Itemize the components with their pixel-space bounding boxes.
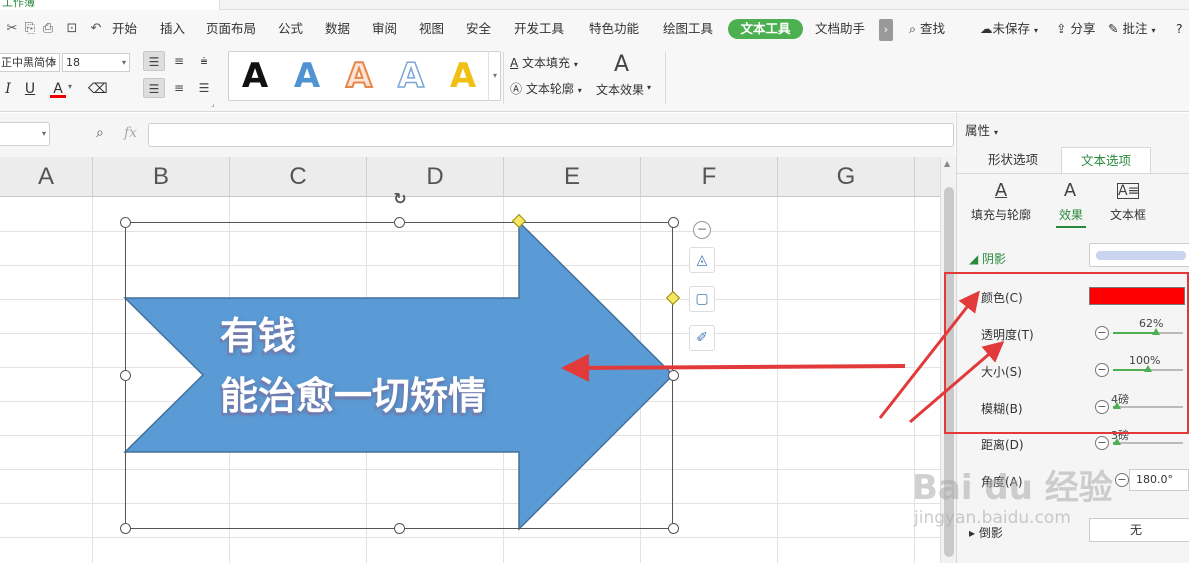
subtab-effect[interactable]: 效果 — [1059, 206, 1083, 223]
distance-label: 距离(D) — [981, 438, 1024, 452]
active-subtab-indicator — [1056, 226, 1086, 228]
resize-handle-right[interactable] — [668, 370, 679, 381]
textbox-icon[interactable]: A≡ — [1117, 183, 1139, 199]
resize-handle-left[interactable] — [120, 370, 131, 381]
shadow-preset-select[interactable] — [1089, 243, 1189, 267]
watermark-url: jingyan.baidu.com — [914, 508, 1071, 528]
fill-outline-icon[interactable]: A — [990, 181, 1012, 201]
effect-icon[interactable]: A — [1059, 181, 1081, 201]
watermark-logo: Bai du 经验 — [912, 468, 1113, 508]
angle-decrease-button[interactable]: − — [1115, 473, 1129, 487]
collapse-float-toolbar-button[interactable]: − — [693, 221, 711, 239]
resize-handle-top-left[interactable] — [120, 217, 131, 228]
resize-handle-bottom-right[interactable] — [668, 523, 679, 534]
shape-outline-icon: ▢ — [695, 291, 709, 307]
reflection-select[interactable]: 无 — [1089, 518, 1189, 542]
brush-icon: ✐ — [696, 330, 708, 346]
shadow-preset-preview — [1096, 251, 1186, 260]
shape-text[interactable]: 有钱 能治愈一切矫情 — [220, 306, 486, 426]
resize-handle-top-right[interactable] — [668, 217, 679, 228]
distance-decrease-button[interactable]: − — [1095, 436, 1109, 450]
subtab-textbox[interactable]: 文本框 — [1110, 206, 1146, 223]
resize-handle-top[interactable] — [394, 217, 405, 228]
subtab-fill-outline[interactable]: 填充与轮廓 — [971, 206, 1031, 223]
shape-text-line-1: 有钱 — [220, 314, 297, 358]
annotation-highlight-box — [944, 272, 1189, 434]
shape-fill-button[interactable]: ◬ — [689, 247, 715, 273]
chevron-down-icon: ▾ — [994, 128, 999, 137]
paint-bucket-icon: ◬ — [696, 252, 708, 268]
shadow-section-header[interactable]: ◢ 阴影 — [969, 250, 1006, 267]
tab-text-options[interactable]: 文本选项 — [1061, 147, 1151, 173]
tab-underline — [957, 173, 1189, 174]
panel-title[interactable]: 属性 ▾ — [965, 120, 998, 139]
shape-text-line-2: 能治愈一切矫情 — [220, 374, 487, 418]
resize-handle-bottom-left[interactable] — [120, 523, 131, 534]
shape-outline-button[interactable]: ▢ — [689, 286, 715, 312]
format-brush-button[interactable]: ✐ — [689, 325, 715, 351]
rotate-handle-icon[interactable]: ↻ — [391, 190, 409, 208]
angle-input[interactable]: 180.0° — [1129, 469, 1189, 491]
tab-shape-options[interactable]: 形状选项 — [977, 147, 1049, 173]
resize-handle-bottom[interactable] — [394, 523, 405, 534]
